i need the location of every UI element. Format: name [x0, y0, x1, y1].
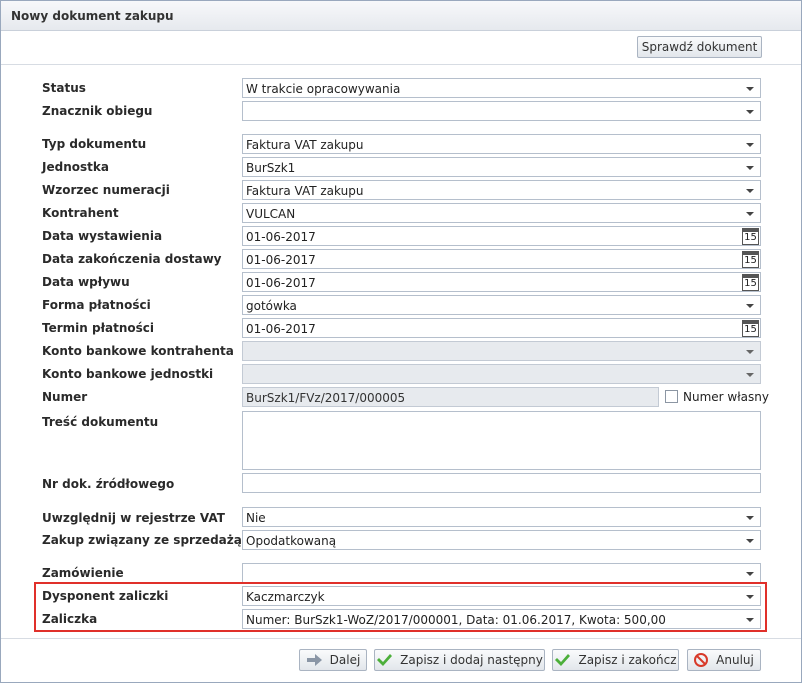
- zakup-value: Opodatkowaną: [246, 534, 337, 548]
- save-and-add-next-label: Zapisz i dodaj następny: [400, 653, 543, 667]
- kontrahent-label: Kontrahent: [42, 206, 119, 220]
- forma-platnosci-value: gotówka: [246, 299, 297, 313]
- data-wplywu-label: Data wpływu: [42, 275, 130, 289]
- calendar-icon[interactable]: 15: [742, 251, 759, 268]
- numer-wlasny-checkbox[interactable]: [665, 390, 678, 403]
- dysponent-select[interactable]: Kaczmarczyk: [242, 586, 761, 606]
- tresc-label: Treść dokumentu: [42, 415, 159, 429]
- zaliczka-value: Numer: BurSzk1-WoZ/2017/000001, Data: 01…: [246, 613, 666, 627]
- data-zakonczenia-value: 01-06-2017: [246, 253, 316, 267]
- data-wplywu-value: 01-06-2017: [246, 276, 316, 290]
- wzorzec-label: Wzorzec numeracji: [42, 183, 170, 197]
- toolbar: Sprawdź dokument: [1, 31, 801, 65]
- wzorzec-select[interactable]: Faktura VAT zakupu: [242, 180, 761, 200]
- dialog-titlebar: Nowy dokument zakupu: [1, 1, 801, 31]
- konto-jednostki-select[interactable]: [242, 364, 761, 384]
- numer-label: Numer: [42, 390, 88, 404]
- calendar-icon[interactable]: 15: [742, 320, 759, 337]
- save-and-close-button[interactable]: Zapisz i zakończ: [552, 649, 679, 671]
- zakup-select[interactable]: Opodatkowaną: [242, 530, 761, 550]
- dropdown-arrow-icon[interactable]: [746, 595, 754, 599]
- dropdown-arrow-icon[interactable]: [746, 189, 754, 193]
- nr-zrodlowego-input[interactable]: [242, 473, 761, 493]
- cancel-label: Anuluj: [716, 653, 754, 667]
- dropdown-arrow-icon[interactable]: [746, 350, 754, 354]
- jednostka-value: BurSzk1: [246, 161, 296, 175]
- dialog-title: Nowy dokument zakupu: [11, 9, 174, 23]
- data-wystawienia-label: Data wystawienia: [42, 229, 163, 243]
- kontrahent-value: VULCAN: [246, 207, 296, 221]
- zamowienie-select[interactable]: [242, 563, 761, 583]
- znacznik-select[interactable]: [242, 101, 761, 121]
- calendar-icon[interactable]: 15: [742, 274, 759, 291]
- konto-kontrahenta-label: Konto bankowe kontrahenta: [42, 344, 234, 358]
- typ-select[interactable]: Faktura VAT zakupu: [242, 134, 761, 154]
- dropdown-arrow-icon[interactable]: [746, 166, 754, 170]
- nr-zrodlowego-label: Nr dok. źródłowego: [42, 477, 175, 491]
- dropdown-arrow-icon[interactable]: [746, 539, 754, 543]
- dysponent-label: Dysponent zaliczki: [42, 589, 169, 603]
- calendar-icon[interactable]: 15: [742, 228, 759, 245]
- znacznik-label: Znacznik obiegu: [42, 104, 153, 118]
- dropdown-arrow-icon[interactable]: [746, 304, 754, 308]
- status-value: W trakcie opracowywania: [246, 82, 401, 96]
- save-and-close-label: Zapisz i zakończ: [578, 653, 677, 667]
- termin-platnosci-field[interactable]: 01-06-2017 15: [242, 318, 761, 338]
- dropdown-arrow-icon[interactable]: [746, 143, 754, 147]
- dropdown-arrow-icon[interactable]: [746, 212, 754, 216]
- next-button[interactable]: Dalej: [299, 649, 367, 671]
- dropdown-arrow-icon[interactable]: [746, 516, 754, 520]
- data-zakonczenia-field[interactable]: 01-06-2017 15: [242, 249, 761, 269]
- forma-platnosci-label: Forma płatności: [42, 298, 151, 312]
- checkmark-icon: [554, 653, 571, 667]
- dropdown-arrow-icon[interactable]: [746, 572, 754, 576]
- cancel-button[interactable]: Anuluj: [687, 649, 761, 671]
- data-wplywu-field[interactable]: 01-06-2017 15: [242, 272, 761, 292]
- wzorzec-value: Faktura VAT zakupu: [246, 184, 364, 198]
- numer-field[interactable]: BurSzk1/FVz/2017/000005: [242, 387, 659, 407]
- kontrahent-select[interactable]: VULCAN: [242, 203, 761, 223]
- footer-buttons: Dalej Zapisz i dodaj następny Zapisz i z…: [1, 638, 801, 682]
- dialog-window: Nowy dokument zakupu Sprawdź dokument St…: [0, 0, 802, 683]
- tresc-textarea[interactable]: [242, 411, 761, 470]
- cancel-icon: [694, 653, 709, 667]
- numer-value: BurSzk1/FVz/2017/000005: [246, 391, 406, 405]
- dysponent-value: Kaczmarczyk: [246, 590, 325, 604]
- zamowienie-label: Zamówienie: [42, 566, 124, 580]
- numer-wlasny-label: Numer własny: [683, 390, 769, 404]
- checkmark-icon: [376, 653, 393, 667]
- arrow-right-icon: [306, 654, 322, 666]
- forma-platnosci-select[interactable]: gotówka: [242, 295, 761, 315]
- konto-kontrahenta-select[interactable]: [242, 341, 761, 361]
- vat-select[interactable]: Nie: [242, 507, 761, 527]
- zakup-label: Zakup związany ze sprzedażą: [42, 533, 242, 547]
- termin-platnosci-value: 01-06-2017: [246, 322, 316, 336]
- termin-platnosci-label: Termin płatności: [42, 321, 155, 335]
- status-label: Status: [42, 81, 86, 95]
- zaliczka-select[interactable]: Numer: BurSzk1-WoZ/2017/000001, Data: 01…: [242, 609, 761, 629]
- save-and-add-next-button[interactable]: Zapisz i dodaj następny: [374, 649, 545, 671]
- vat-label: Uwzględnij w rejestrze VAT: [42, 511, 225, 525]
- typ-value: Faktura VAT zakupu: [246, 138, 364, 152]
- status-select[interactable]: W trakcie opracowywania: [242, 78, 761, 98]
- data-wystawienia-value: 01-06-2017: [246, 230, 316, 244]
- check-document-button[interactable]: Sprawdź dokument: [637, 36, 762, 58]
- jednostka-select[interactable]: BurSzk1: [242, 157, 761, 177]
- data-wystawienia-field[interactable]: 01-06-2017 15: [242, 226, 761, 246]
- dropdown-arrow-icon[interactable]: [746, 87, 754, 91]
- typ-label: Typ dokumentu: [42, 137, 147, 151]
- dropdown-arrow-icon[interactable]: [746, 373, 754, 377]
- dropdown-arrow-icon[interactable]: [746, 618, 754, 622]
- check-document-label: Sprawdź dokument: [641, 40, 758, 54]
- dropdown-arrow-icon[interactable]: [746, 110, 754, 114]
- jednostka-label: Jednostka: [42, 160, 109, 174]
- konto-jednostki-label: Konto bankowe jednostki: [42, 367, 214, 381]
- zaliczka-label: Zaliczka: [42, 612, 98, 626]
- data-zakonczenia-label: Data zakończenia dostawy: [42, 252, 222, 266]
- next-label: Dalej: [329, 653, 361, 667]
- vat-value: Nie: [246, 511, 266, 525]
